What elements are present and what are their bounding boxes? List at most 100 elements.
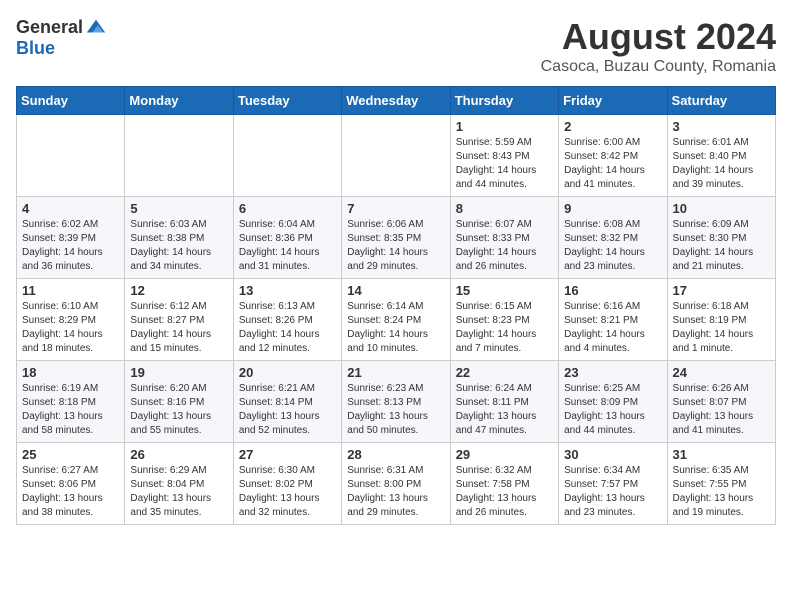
day-info: Sunrise: 6:06 AM Sunset: 8:35 PM Dayligh… [347, 219, 428, 272]
weekday-header-sunday: Sunday [17, 87, 125, 115]
day-cell-28: 28Sunrise: 6:31 AM Sunset: 8:00 PM Dayli… [342, 443, 450, 525]
day-info: Sunrise: 6:08 AM Sunset: 8:32 PM Dayligh… [564, 219, 645, 272]
day-number: 19 [130, 365, 227, 380]
day-info: Sunrise: 6:34 AM Sunset: 7:57 PM Dayligh… [564, 465, 645, 518]
day-info: Sunrise: 5:59 AM Sunset: 8:43 PM Dayligh… [456, 137, 537, 190]
day-info: Sunrise: 6:13 AM Sunset: 8:26 PM Dayligh… [239, 301, 320, 354]
day-cell-16: 16Sunrise: 6:16 AM Sunset: 8:21 PM Dayli… [559, 279, 667, 361]
weekday-header-wednesday: Wednesday [342, 87, 450, 115]
day-cell-23: 23Sunrise: 6:25 AM Sunset: 8:09 PM Dayli… [559, 361, 667, 443]
day-cell-21: 21Sunrise: 6:23 AM Sunset: 8:13 PM Dayli… [342, 361, 450, 443]
day-number: 31 [673, 447, 770, 462]
day-info: Sunrise: 6:07 AM Sunset: 8:33 PM Dayligh… [456, 219, 537, 272]
day-cell-18: 18 Sunrise: 6:19 AM Sunset: 8:18 PM Dayli… [17, 361, 125, 443]
day-info: Sunrise: 6:04 AM Sunset: 8:36 PM Dayligh… [239, 219, 320, 272]
day-cell-1: 1Sunrise: 5:59 AM Sunset: 8:43 PM Daylig… [450, 115, 558, 197]
day-info: Sunrise: 6:26 AM Sunset: 8:07 PM Dayligh… [673, 383, 754, 436]
day-cell-7: 7 Sunrise: 6:06 AM Sunset: 8:35 PM Daylig… [342, 197, 450, 279]
day-info: Sunrise: 6:29 AM Sunset: 8:04 PM Dayligh… [130, 465, 211, 518]
day-info: Sunrise: 6:31 AM Sunset: 8:00 PM Dayligh… [347, 465, 428, 518]
day-number: 2 [564, 119, 661, 134]
day-info: Sunrise: 6:21 AM Sunset: 8:14 PM Dayligh… [239, 383, 320, 436]
week-row-5: 25Sunrise: 6:27 AM Sunset: 8:06 PM Dayli… [17, 443, 776, 525]
day-cell-15: 15 Sunrise: 6:15 AM Sunset: 8:23 PM Dayli… [450, 279, 558, 361]
week-row-4: 18 Sunrise: 6:19 AM Sunset: 8:18 PM Dayli… [17, 361, 776, 443]
weekday-header-tuesday: Tuesday [233, 87, 341, 115]
day-info: Sunrise: 6:01 AM Sunset: 8:40 PM Dayligh… [673, 137, 754, 190]
empty-cell [342, 115, 450, 197]
day-number: 14 [347, 283, 444, 298]
day-cell-20: 20 Sunrise: 6:21 AM Sunset: 8:14 PM Dayli… [233, 361, 341, 443]
logo-blue-text: Blue [16, 38, 55, 59]
day-number: 9 [564, 201, 661, 216]
day-cell-22: 22 Sunrise: 6:24 AM Sunset: 8:11 PM Dayli… [450, 361, 558, 443]
day-info: Sunrise: 6:19 AM Sunset: 8:18 PM Dayligh… [22, 383, 103, 436]
day-number: 26 [130, 447, 227, 462]
day-info: Sunrise: 6:09 AM Sunset: 8:30 PM Dayligh… [673, 219, 754, 272]
day-cell-30: 30 Sunrise: 6:34 AM Sunset: 7:57 PM Dayli… [559, 443, 667, 525]
logo: General Blue [16, 16, 107, 59]
day-info: Sunrise: 6:20 AM Sunset: 8:16 PM Dayligh… [130, 383, 211, 436]
day-cell-9: 9 Sunrise: 6:08 AM Sunset: 8:32 PM Daylig… [559, 197, 667, 279]
day-cell-24: 24 Sunrise: 6:26 AM Sunset: 8:07 PM Dayli… [667, 361, 775, 443]
day-number: 10 [673, 201, 770, 216]
day-number: 21 [347, 365, 444, 380]
day-number: 11 [22, 283, 119, 298]
day-number: 7 [347, 201, 444, 216]
day-cell-10: 10 Sunrise: 6:09 AM Sunset: 8:30 PM Dayli… [667, 197, 775, 279]
day-info: Sunrise: 6:32 AM Sunset: 7:58 PM Dayligh… [456, 465, 537, 518]
day-cell-14: 14Sunrise: 6:14 AM Sunset: 8:24 PM Dayli… [342, 279, 450, 361]
day-number: 25 [22, 447, 119, 462]
day-cell-5: 5 Sunrise: 6:03 AM Sunset: 8:38 PM Daylig… [125, 197, 233, 279]
day-cell-27: 27 Sunrise: 6:30 AM Sunset: 8:02 PM Dayli… [233, 443, 341, 525]
day-info: Sunrise: 6:02 AM Sunset: 8:39 PM Dayligh… [22, 219, 103, 272]
empty-cell [233, 115, 341, 197]
day-info: Sunrise: 6:24 AM Sunset: 8:11 PM Dayligh… [456, 383, 537, 436]
day-number: 30 [564, 447, 661, 462]
day-number: 6 [239, 201, 336, 216]
day-cell-8: 8 Sunrise: 6:07 AM Sunset: 8:33 PM Daylig… [450, 197, 558, 279]
day-number: 24 [673, 365, 770, 380]
empty-cell [17, 115, 125, 197]
week-row-2: 4 Sunrise: 6:02 AM Sunset: 8:39 PM Daylig… [17, 197, 776, 279]
day-cell-26: 26 Sunrise: 6:29 AM Sunset: 8:04 PM Dayli… [125, 443, 233, 525]
week-row-3: 11Sunrise: 6:10 AM Sunset: 8:29 PM Dayli… [17, 279, 776, 361]
day-number: 12 [130, 283, 227, 298]
day-info: Sunrise: 6:12 AM Sunset: 8:27 PM Dayligh… [130, 301, 211, 354]
day-number: 15 [456, 283, 553, 298]
day-info: Sunrise: 6:15 AM Sunset: 8:23 PM Dayligh… [456, 301, 537, 354]
day-cell-31: 31 Sunrise: 6:35 AM Sunset: 7:55 PM Dayli… [667, 443, 775, 525]
day-info: Sunrise: 6:30 AM Sunset: 8:02 PM Dayligh… [239, 465, 320, 518]
day-number: 8 [456, 201, 553, 216]
day-cell-12: 12 Sunrise: 6:12 AM Sunset: 8:27 PM Dayli… [125, 279, 233, 361]
weekday-header-thursday: Thursday [450, 87, 558, 115]
calendar-table: SundayMondayTuesdayWednesdayThursdayFrid… [16, 86, 776, 525]
day-info: Sunrise: 6:00 AM Sunset: 8:42 PM Dayligh… [564, 137, 645, 190]
day-cell-25: 25Sunrise: 6:27 AM Sunset: 8:06 PM Dayli… [17, 443, 125, 525]
day-cell-3: 3Sunrise: 6:01 AM Sunset: 8:40 PM Daylig… [667, 115, 775, 197]
day-number: 22 [456, 365, 553, 380]
day-cell-6: 6 Sunrise: 6:04 AM Sunset: 8:36 PM Daylig… [233, 197, 341, 279]
day-number: 4 [22, 201, 119, 216]
day-info: Sunrise: 6:16 AM Sunset: 8:21 PM Dayligh… [564, 301, 645, 354]
weekday-header-friday: Friday [559, 87, 667, 115]
day-cell-13: 13Sunrise: 6:13 AM Sunset: 8:26 PM Dayli… [233, 279, 341, 361]
day-cell-2: 2 Sunrise: 6:00 AM Sunset: 8:42 PM Daylig… [559, 115, 667, 197]
week-row-1: 1Sunrise: 5:59 AM Sunset: 8:43 PM Daylig… [17, 115, 776, 197]
day-number: 27 [239, 447, 336, 462]
day-number: 29 [456, 447, 553, 462]
day-number: 5 [130, 201, 227, 216]
page-header: General Blue August 2024 Casoca, Buzau C… [16, 16, 776, 76]
day-cell-11: 11Sunrise: 6:10 AM Sunset: 8:29 PM Dayli… [17, 279, 125, 361]
day-number: 17 [673, 283, 770, 298]
day-cell-19: 19 Sunrise: 6:20 AM Sunset: 8:16 PM Dayli… [125, 361, 233, 443]
day-number: 20 [239, 365, 336, 380]
title-section: August 2024 Casoca, Buzau County, Romani… [541, 16, 776, 76]
day-info: Sunrise: 6:03 AM Sunset: 8:38 PM Dayligh… [130, 219, 211, 272]
day-info: Sunrise: 6:35 AM Sunset: 7:55 PM Dayligh… [673, 465, 754, 518]
month-title: August 2024 [541, 16, 776, 58]
day-cell-17: 17Sunrise: 6:18 AM Sunset: 8:19 PM Dayli… [667, 279, 775, 361]
day-cell-4: 4 Sunrise: 6:02 AM Sunset: 8:39 PM Daylig… [17, 197, 125, 279]
weekday-header-row: SundayMondayTuesdayWednesdayThursdayFrid… [17, 87, 776, 115]
day-number: 18 [22, 365, 119, 380]
